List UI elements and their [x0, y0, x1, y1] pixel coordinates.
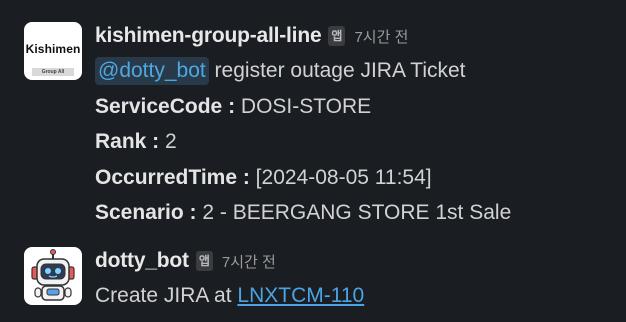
field-line: OccurredTime : [2024-08-05 11:54]	[95, 160, 614, 196]
field-line: Rank : 2	[95, 124, 614, 160]
sender-name[interactable]: dotty_bot	[95, 249, 189, 273]
field-line: Scenario : 2 - BEERGANG STORE 1st Sale	[95, 195, 614, 231]
avatar-logo-text: Kishimen	[25, 42, 81, 56]
message-text: register outage JIRA Ticket	[208, 59, 466, 82]
message-content: kishimen-group-all-line 앱 7시간 전 @dotty_b…	[95, 22, 614, 231]
timestamp[interactable]: 7시간 전	[354, 26, 408, 47]
field-value: 2 - BEERGANG STORE 1st Sale	[196, 201, 512, 225]
sender-name[interactable]: kishimen-group-all-line	[95, 24, 322, 48]
field-key: ServiceCode :	[95, 94, 236, 118]
avatar[interactable]: Kishimen Group All	[24, 22, 82, 80]
avatar-logo-subtext: Group All	[32, 68, 74, 76]
app-badge: 앱	[328, 26, 346, 46]
field-key: OccurredTime :	[95, 165, 250, 189]
message-line: @dotty_bot register outage JIRA Ticket	[95, 53, 614, 89]
field-key: Scenario :	[95, 201, 197, 225]
message-header: dotty_bot 앱 7시간 전	[95, 247, 614, 275]
message-line: Create JIRA at LNXTCM-110	[95, 278, 614, 314]
field-value: [2024-08-05 11:54]	[249, 165, 432, 189]
message-content: dotty_bot 앱 7시간 전 Create JIRA at LNXTCM-…	[95, 247, 614, 314]
field-value: 2	[159, 130, 177, 154]
app-badge: 앱	[195, 251, 213, 271]
timestamp[interactable]: 7시간 전	[222, 251, 276, 272]
message-header: kishimen-group-all-line 앱 7시간 전	[95, 22, 614, 50]
field-key: Rank :	[95, 130, 160, 154]
message-text: Create JIRA at	[95, 284, 238, 307]
robot-icon	[31, 249, 75, 301]
field-value: DOSI-STORE	[235, 94, 372, 118]
field-line: ServiceCode : DOSI-STORE	[95, 89, 614, 125]
jira-ticket-link[interactable]: LNXTCM-110	[237, 284, 364, 307]
avatar[interactable]	[24, 247, 82, 305]
user-mention[interactable]: @dotty_bot	[95, 57, 209, 85]
